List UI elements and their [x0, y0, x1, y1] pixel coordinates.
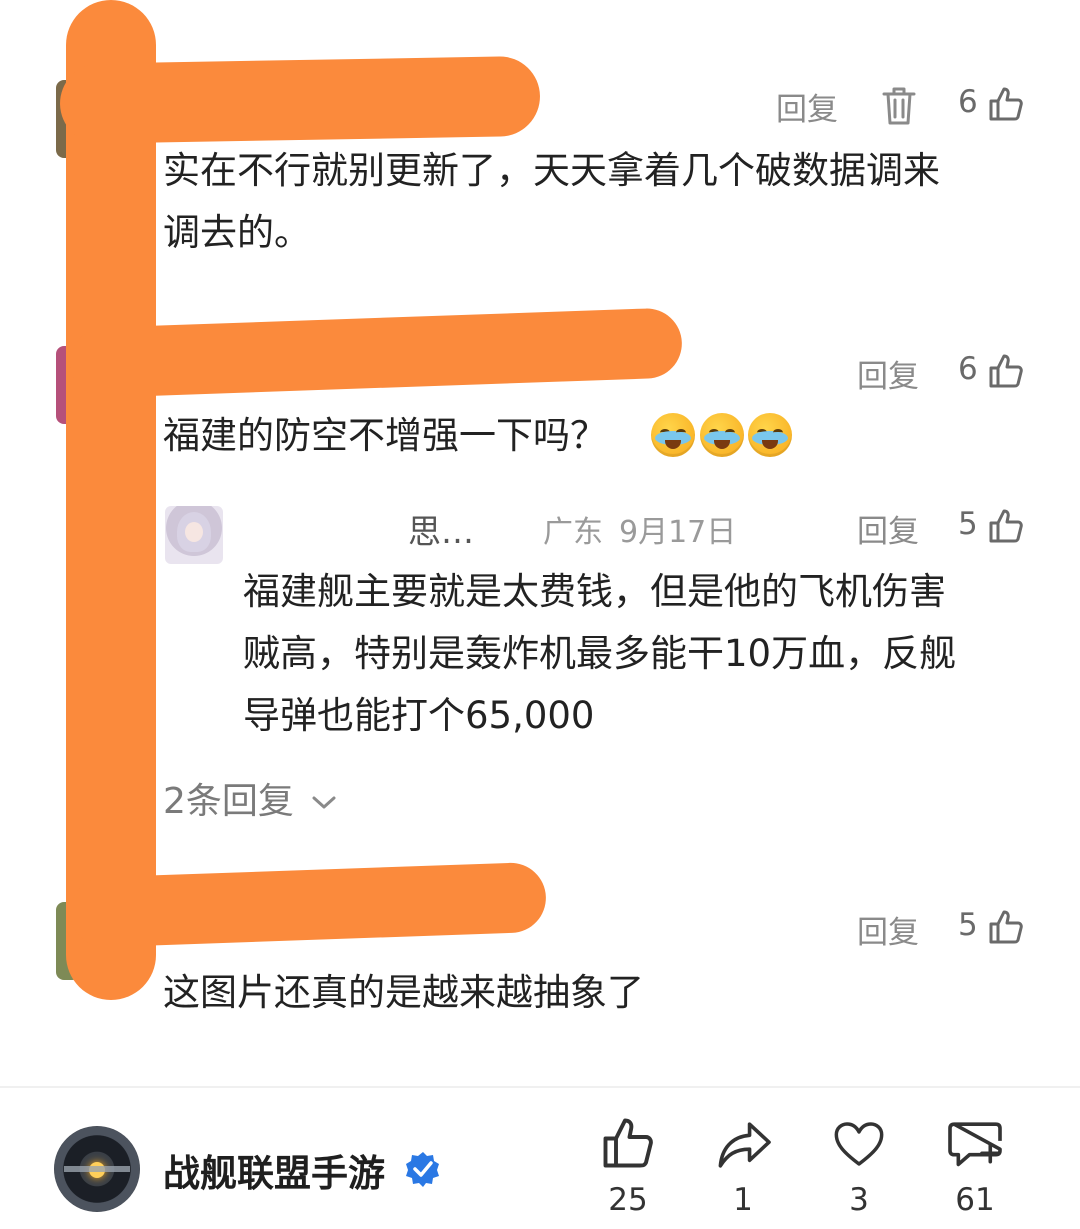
like-count: 5: [958, 907, 978, 943]
like-count: 25: [608, 1182, 648, 1218]
reply-button[interactable]: 回复: [857, 506, 919, 551]
comment-text: 这图片还真的是越来越抽象了: [163, 971, 644, 1014]
share-count: 1: [733, 1182, 753, 1218]
comment-count: 61: [955, 1182, 995, 1218]
heart-icon[interactable]: [832, 1120, 886, 1168]
thumb-up-icon[interactable]: [988, 508, 1024, 544]
thumb-up-icon[interactable]: [988, 86, 1024, 122]
comment-text: 福建的防空不增强一下吗？: [163, 414, 607, 457]
avatar[interactable]: [165, 506, 223, 564]
username[interactable]: 思…: [408, 505, 474, 553]
comment-text: 福建舰主要就是太费钱，但是他的飞机伤害 贼高，特别是轰炸机最多能干10万血，反舰…: [243, 570, 957, 737]
share-icon[interactable]: [716, 1120, 772, 1170]
chevron-down-icon: [312, 796, 336, 809]
reply-button[interactable]: 回复: [857, 351, 919, 396]
verified-icon: [406, 1152, 439, 1187]
more-replies-link[interactable]: 2条回复: [163, 772, 337, 824]
account-name[interactable]: 战舰联盟手游: [163, 1143, 385, 1197]
comment-add-icon[interactable]: [947, 1120, 1003, 1170]
crying-laughing-emoji: [651, 413, 695, 457]
like-count: 5: [958, 506, 978, 542]
more-replies-label: 2条回复: [163, 781, 294, 822]
divider: [0, 1086, 1080, 1088]
crying-laughing-emoji: [748, 413, 792, 457]
like-button-icon[interactable]: [601, 1116, 655, 1170]
thumb-up-icon[interactable]: [988, 353, 1024, 389]
reply-button[interactable]: 回复: [857, 907, 919, 952]
thumb-up-icon[interactable]: [988, 909, 1024, 945]
location: 广东: [543, 515, 603, 550]
account-avatar[interactable]: [54, 1126, 140, 1212]
favorite-count: 3: [849, 1182, 869, 1218]
reply-button[interactable]: 回复: [776, 84, 838, 129]
comment-text: 实在不行就别更新了，天天拿着几个破数据调来 调去的。: [163, 149, 940, 254]
like-count: 6: [958, 351, 978, 387]
delete-icon[interactable]: [882, 86, 916, 126]
crying-laughing-emoji: [700, 413, 744, 457]
date: 9月17日: [619, 515, 737, 550]
like-count: 6: [958, 84, 978, 120]
